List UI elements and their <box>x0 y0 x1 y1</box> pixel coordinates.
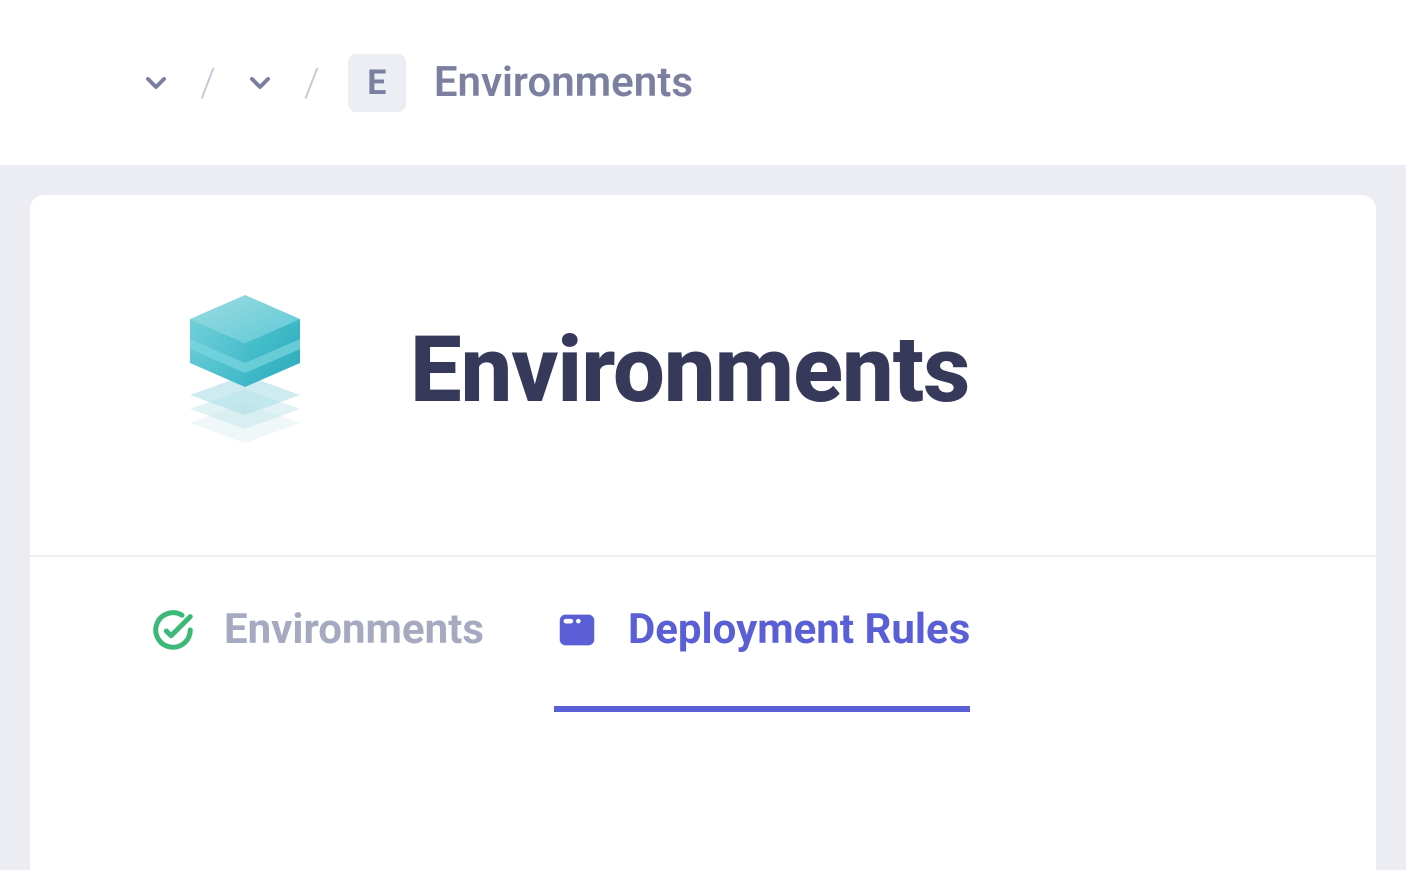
breadcrumb-current-label: Environments <box>434 58 693 107</box>
tab-label: Environments <box>224 605 484 654</box>
breadcrumb-badge: E <box>348 54 406 112</box>
page-title: Environments <box>410 317 969 424</box>
breadcrumb: / / E Environments <box>0 0 1406 165</box>
chevron-down-icon <box>140 67 172 99</box>
check-circle-icon <box>150 607 196 653</box>
breadcrumb-separator: / <box>304 59 320 106</box>
content-card: Environments Environments <box>30 195 1376 870</box>
tab-environments[interactable]: Environments <box>150 605 484 712</box>
chevron-down-icon <box>244 67 276 99</box>
breadcrumb-dropdown-2[interactable] <box>244 67 276 99</box>
content-area: Environments Environments <box>0 165 1406 870</box>
environments-logo-icon <box>180 295 310 445</box>
card-icon <box>554 607 600 653</box>
breadcrumb-separator: / <box>200 59 216 106</box>
tab-label: Deployment Rules <box>628 605 970 654</box>
tab-deployment-rules[interactable]: Deployment Rules <box>554 605 970 712</box>
page-header: Environments <box>30 195 1376 557</box>
tabs: Environments Deployment Rules <box>30 557 1376 712</box>
breadcrumb-dropdown-1[interactable] <box>140 67 172 99</box>
